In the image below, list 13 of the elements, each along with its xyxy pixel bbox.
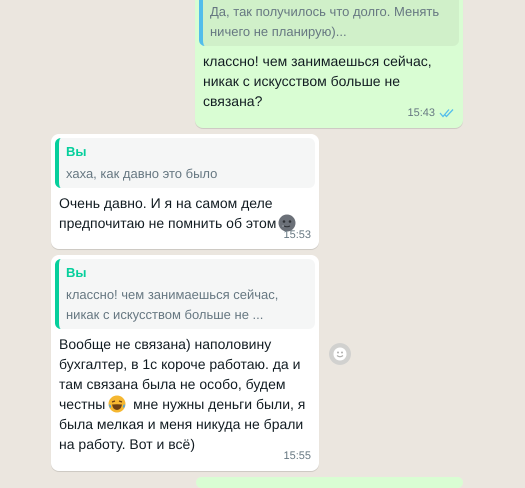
quote-text: хаха, как давно это было <box>66 164 218 183</box>
quote-author: Вы <box>66 142 88 160</box>
message-text: классно! чем занимаешься сейчас, никак с искусством больше не связана? <box>203 52 432 109</box>
quoted-message[interactable]: Вы классно! чем занимаешься сейчас, никак с искусством больше не ... <box>55 259 315 329</box>
message-time: 15:55 <box>283 449 311 464</box>
quote-text: классно! чем занимаешься сейчас, никак с искусством больше не ... <box>66 286 280 324</box>
message-text: Вообще не связана) наполовину бухгалтер, в 1с короче работаю. да и там связана была не особо, будем честны мне нужны деньги были, я была мелкая и меня никуда не брали на работу. Вот и всё) <box>59 335 306 452</box>
quoted-message[interactable]: Вы хаха, как давно это было <box>55 138 315 188</box>
quoted-message[interactable]: Да, так получилось что долго. Менять ничего не планирую)... <box>199 0 459 46</box>
message-time: 15:53 <box>283 228 311 242</box>
quote-text: Да, так получилось что долго. Менять ничего не планирую)... <box>210 3 440 41</box>
quote-author: Вы <box>66 264 88 282</box>
message-time: 15:43 <box>407 106 435 121</box>
